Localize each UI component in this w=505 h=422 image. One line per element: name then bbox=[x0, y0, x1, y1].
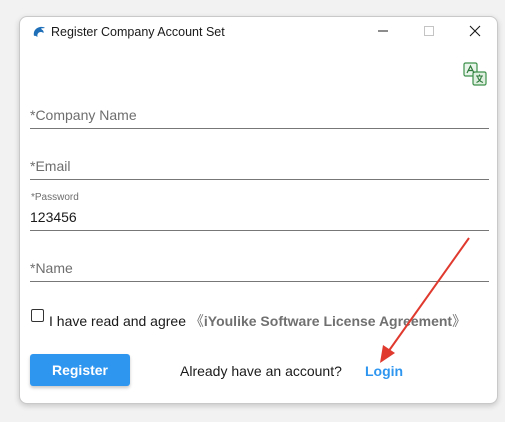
email-field[interactable]: *Email bbox=[30, 154, 489, 180]
already-have-account-text: Already have an account? bbox=[180, 363, 342, 379]
window-title: Register Company Account Set bbox=[51, 25, 225, 39]
agree-open-bracket: 《 bbox=[189, 313, 204, 329]
close-button[interactable] bbox=[452, 17, 497, 48]
agree-checkbox[interactable] bbox=[31, 309, 44, 322]
name-placeholder: *Name bbox=[30, 260, 73, 276]
title-bar[interactable]: Register Company Account Set bbox=[20, 17, 497, 48]
company-name-field[interactable]: *Company Name bbox=[30, 103, 489, 129]
email-placeholder: *Email bbox=[30, 158, 71, 174]
agree-close-bracket: 》 bbox=[452, 313, 467, 329]
register-button[interactable]: Register bbox=[30, 354, 130, 386]
password-value: 123456 bbox=[30, 209, 77, 225]
license-agreement-link[interactable]: iYoulike Software License Agreement bbox=[204, 313, 452, 329]
agree-text: I have read and agree 《iYoulike Software… bbox=[49, 311, 466, 331]
login-link[interactable]: Login bbox=[365, 363, 403, 379]
dolphin-icon bbox=[31, 24, 47, 40]
maximize-icon bbox=[423, 24, 435, 42]
close-icon bbox=[469, 24, 481, 42]
minimize-button[interactable] bbox=[360, 17, 406, 48]
name-field[interactable]: *Name bbox=[30, 256, 489, 282]
company-name-placeholder: *Company Name bbox=[30, 107, 137, 123]
translate-logo-icon[interactable] bbox=[463, 62, 487, 86]
register-dialog: Register Company Account Set *Company Na… bbox=[19, 16, 498, 404]
password-field[interactable]: *Password 123456 bbox=[30, 192, 489, 231]
maximize-button[interactable] bbox=[406, 17, 452, 48]
password-label: *Password bbox=[31, 192, 79, 203]
minimize-icon bbox=[377, 24, 389, 42]
agree-prefix: I have read and agree bbox=[49, 313, 186, 329]
